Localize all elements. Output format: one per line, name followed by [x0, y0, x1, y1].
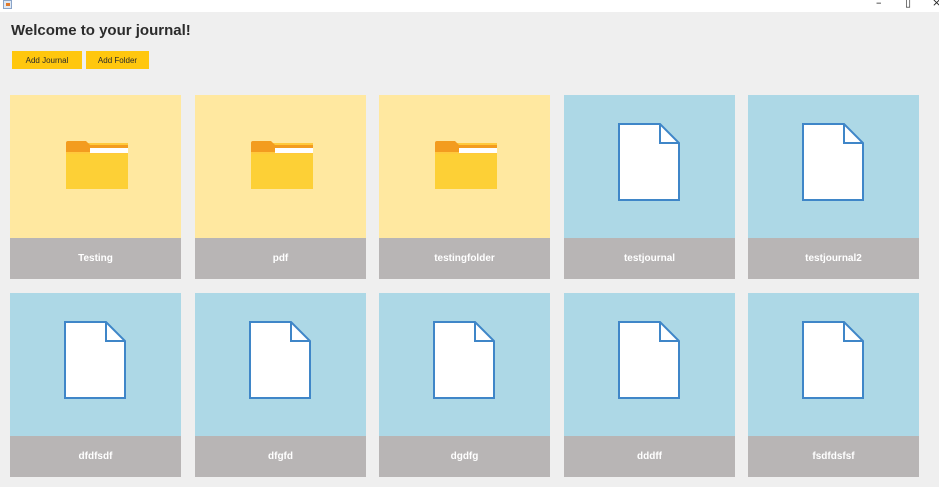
tile-label: testjournal2	[748, 238, 919, 279]
tile-art	[195, 95, 366, 238]
journal-tile[interactable]: dgdfg	[379, 293, 550, 477]
tile-label: dfgfd	[195, 436, 366, 477]
document-icon	[64, 321, 126, 399]
tile-label: dgdfg	[379, 436, 550, 477]
tile-art	[379, 95, 550, 238]
tile-label: dddff	[564, 436, 735, 477]
document-icon	[802, 321, 864, 399]
minimize-icon[interactable]: –	[876, 0, 882, 9]
journal-tile[interactable]: dfgfd	[195, 293, 366, 477]
tile-art	[379, 293, 550, 436]
journal-tile[interactable]: testjournal	[564, 95, 735, 279]
add-journal-button[interactable]: Add Journal	[12, 51, 82, 69]
close-icon[interactable]: ×	[932, 0, 939, 9]
tile-art	[195, 293, 366, 436]
page-title: Welcome to your journal!	[11, 22, 191, 39]
folder-tile[interactable]: Testing	[10, 95, 181, 279]
journal-tile[interactable]: dddff	[564, 293, 735, 477]
folder-icon	[435, 141, 497, 189]
maximize-icon[interactable]: ▯	[905, 0, 911, 9]
document-icon	[433, 321, 495, 399]
journal-tile[interactable]: dfdfsdf	[10, 293, 181, 477]
tile-art	[564, 293, 735, 436]
tile-art	[748, 293, 919, 436]
app-window: – ▯ × Welcome to your journal! Add Journ…	[0, 0, 939, 487]
tile-label: pdf	[195, 238, 366, 279]
folder-icon	[66, 141, 128, 189]
folder-tile[interactable]: testingfolder	[379, 95, 550, 279]
document-icon	[249, 321, 311, 399]
folder-icon	[251, 141, 313, 189]
tile-label: testingfolder	[379, 238, 550, 279]
document-icon	[618, 123, 680, 201]
java-app-icon	[3, 0, 12, 9]
document-icon	[618, 321, 680, 399]
add-folder-button[interactable]: Add Folder	[86, 51, 149, 69]
document-icon	[802, 123, 864, 201]
tile-label: fsdfdsfsf	[748, 436, 919, 477]
tile-art	[564, 95, 735, 238]
tile-art	[10, 293, 181, 436]
journal-tile[interactable]: testjournal2	[748, 95, 919, 279]
tile-label: dfdfsdf	[10, 436, 181, 477]
journal-tile[interactable]: fsdfdsfsf	[748, 293, 919, 477]
tile-label: testjournal	[564, 238, 735, 279]
tile-art	[748, 95, 919, 238]
tile-art	[10, 95, 181, 238]
title-bar: – ▯ ×	[0, 0, 939, 12]
folder-tile[interactable]: pdf	[195, 95, 366, 279]
tile-label: Testing	[10, 238, 181, 279]
